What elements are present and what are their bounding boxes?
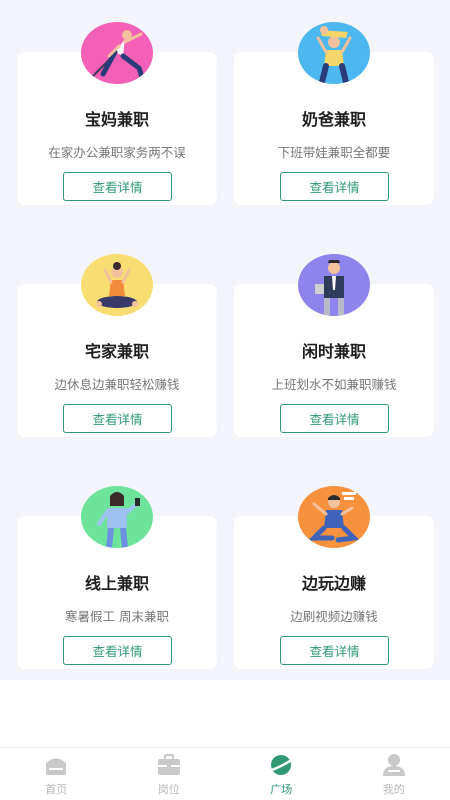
card-description: 寒暑假工 周末兼职 (65, 609, 169, 624)
job-category-area: 宝妈兼职 在家办公兼职家务两不误 查看详情 奶爸兼职 下班带娃兼职全都要 查看详… (0, 0, 450, 680)
planet-icon (268, 755, 294, 775)
category-card-mom[interactable]: 宝妈兼职 在家办公兼职家务两不误 查看详情 (17, 22, 217, 205)
user-icon (382, 754, 405, 776)
yoga-woman-illustration (81, 254, 153, 316)
card-title: 边玩边赚 (301, 574, 366, 593)
view-details-button[interactable]: 查看详情 (280, 172, 389, 201)
bottom-tab-bar: 首页 岗位 广场 我的 (0, 747, 450, 800)
tab-label: 我的 (382, 783, 405, 796)
category-card-online[interactable]: 线上兼职 寒暑假工 周末兼职 查看详情 (17, 486, 217, 669)
card-title: 宝妈兼职 (84, 110, 149, 129)
student-with-phone-illustration (81, 486, 153, 548)
tab-label: 广场 (270, 783, 293, 796)
view-details-button[interactable]: 查看详情 (63, 172, 172, 201)
tab-square[interactable]: 广场 (225, 748, 338, 800)
view-details-button[interactable]: 查看详情 (280, 636, 389, 665)
tab-positions[interactable]: 岗位 (113, 748, 226, 800)
tab-home[interactable]: 首页 (0, 748, 113, 800)
man-in-suit-illustration (298, 254, 370, 316)
view-details-button[interactable]: 查看详情 (63, 404, 172, 433)
tab-mine[interactable]: 我的 (338, 748, 450, 800)
category-card-dad[interactable]: 奶爸兼职 下班带娃兼职全都要 查看详情 (234, 22, 434, 205)
card-description: 上班划水不如兼职赚钱 (271, 377, 397, 392)
card-title: 线上兼职 (84, 574, 149, 593)
view-details-button[interactable]: 查看详情 (280, 404, 389, 433)
card-title: 宅家兼职 (84, 342, 149, 361)
briefcase-icon (157, 754, 180, 775)
category-card-home[interactable]: 宅家兼职 边休息边兼职轻松赚钱 查看详情 (17, 254, 217, 437)
category-card-spare-time[interactable]: 闲时兼职 上班划水不如兼职赚钱 查看详情 (234, 254, 434, 437)
gaming-man-illustration (298, 486, 370, 548)
home-icon (46, 758, 67, 775)
card-description: 边休息边兼职轻松赚钱 (54, 377, 180, 392)
dad-with-baby-illustration (298, 22, 370, 84)
card-description: 边刷视频边赚钱 (290, 609, 378, 624)
tab-label: 岗位 (157, 783, 180, 796)
view-details-button[interactable]: 查看详情 (63, 636, 172, 665)
martial-arts-woman-illustration (81, 22, 153, 84)
card-description: 在家办公兼职家务两不误 (48, 145, 186, 160)
card-description: 下班带娃兼职全都要 (277, 145, 391, 160)
category-card-play-earn[interactable]: 边玩边赚 边刷视频边赚钱 查看详情 (234, 486, 434, 669)
card-title: 闲时兼职 (301, 342, 366, 361)
card-title: 奶爸兼职 (301, 110, 366, 129)
tab-label: 首页 (45, 783, 68, 796)
category-grid: 宝妈兼职 在家办公兼职家务两不误 查看详情 奶爸兼职 下班带娃兼职全都要 查看详… (17, 22, 434, 669)
